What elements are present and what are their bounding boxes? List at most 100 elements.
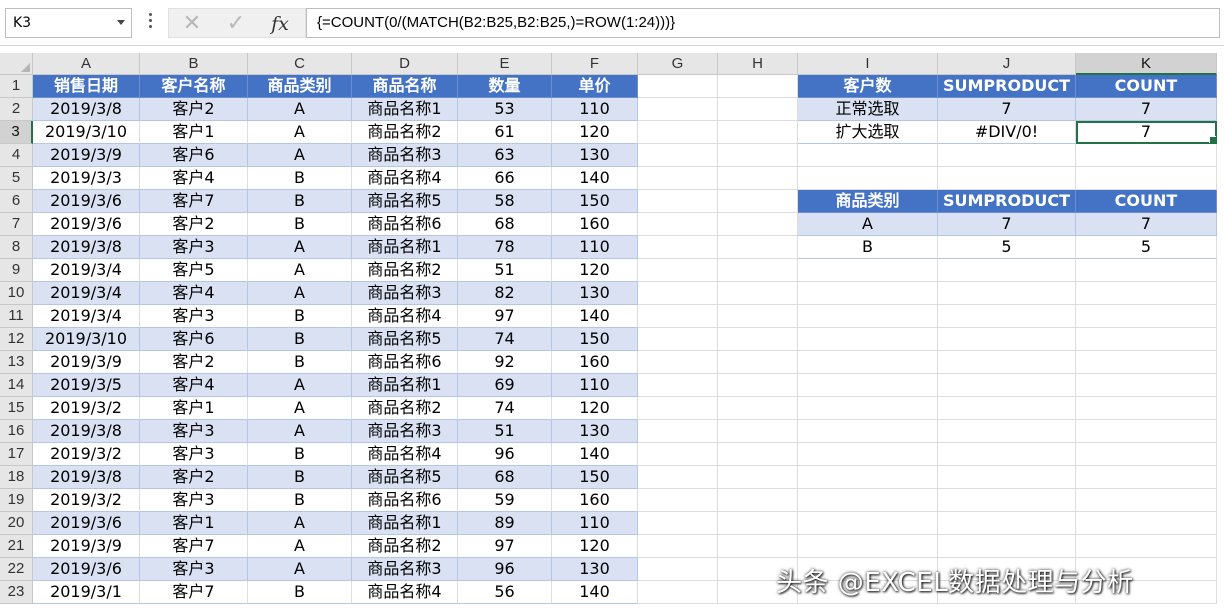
table-cell[interactable]: B xyxy=(248,190,352,213)
table-cell[interactable]: A xyxy=(248,98,352,121)
empty-cell[interactable] xyxy=(718,236,798,259)
empty-cell[interactable] xyxy=(938,167,1076,190)
row-header-22[interactable]: 22 xyxy=(0,558,33,581)
empty-cell[interactable] xyxy=(638,282,718,305)
table-cell[interactable]: 2019/3/6 xyxy=(33,213,140,236)
table-cell[interactable]: A xyxy=(248,259,352,282)
empty-cell[interactable] xyxy=(638,144,718,167)
row-header-9[interactable]: 9 xyxy=(0,259,33,282)
table-cell[interactable]: 2019/3/2 xyxy=(33,489,140,512)
select-all-button[interactable] xyxy=(0,53,33,75)
row-header-2[interactable]: 2 xyxy=(0,98,33,121)
row-header-4[interactable]: 4 xyxy=(0,144,33,167)
row-header-10[interactable]: 10 xyxy=(0,282,33,305)
row-header-18[interactable]: 18 xyxy=(0,466,33,489)
empty-cell[interactable] xyxy=(638,397,718,420)
table-header[interactable]: 销售日期 xyxy=(33,75,140,98)
table-cell[interactable]: A xyxy=(248,420,352,443)
table-cell[interactable]: 140 xyxy=(552,581,638,604)
empty-cell[interactable] xyxy=(718,305,798,328)
table-cell[interactable]: 63 xyxy=(458,144,552,167)
column-header-a[interactable]: A xyxy=(33,53,140,75)
table-cell[interactable]: 110 xyxy=(552,236,638,259)
category-header[interactable]: 商品类别 xyxy=(798,190,938,213)
empty-cell[interactable] xyxy=(718,167,798,190)
table-cell[interactable]: A xyxy=(248,282,352,305)
table-cell[interactable]: 2019/3/4 xyxy=(33,282,140,305)
empty-cell[interactable] xyxy=(638,581,718,604)
summary-cell[interactable]: 7 xyxy=(1076,98,1217,121)
empty-cell[interactable] xyxy=(638,236,718,259)
table-cell[interactable]: 商品名称2 xyxy=(352,259,458,282)
empty-cell[interactable] xyxy=(1076,259,1217,282)
empty-cell[interactable] xyxy=(1076,351,1217,374)
table-cell[interactable]: 2019/3/1 xyxy=(33,581,140,604)
table-cell[interactable]: 2019/3/2 xyxy=(33,443,140,466)
column-header-i[interactable]: I xyxy=(798,53,938,75)
table-cell[interactable]: 89 xyxy=(458,512,552,535)
table-cell[interactable]: 96 xyxy=(458,443,552,466)
table-cell[interactable]: 110 xyxy=(552,512,638,535)
cancel-icon[interactable]: ✕ xyxy=(177,11,207,37)
empty-cell[interactable] xyxy=(718,466,798,489)
category-header[interactable]: SUMPRODUCT xyxy=(938,190,1076,213)
table-cell[interactable]: 130 xyxy=(552,420,638,443)
empty-cell[interactable] xyxy=(938,374,1076,397)
empty-cell[interactable] xyxy=(718,512,798,535)
empty-cell[interactable] xyxy=(1076,489,1217,512)
column-header-j[interactable]: J xyxy=(938,53,1076,75)
table-cell[interactable]: 客户1 xyxy=(140,121,248,144)
empty-cell[interactable] xyxy=(638,167,718,190)
empty-cell[interactable] xyxy=(938,420,1076,443)
summary-header[interactable]: 客户数 xyxy=(798,75,938,98)
table-cell[interactable]: 客户2 xyxy=(140,466,248,489)
table-cell[interactable]: 客户2 xyxy=(140,213,248,236)
table-cell[interactable]: 商品名称2 xyxy=(352,397,458,420)
table-cell[interactable]: B xyxy=(248,351,352,374)
empty-cell[interactable] xyxy=(718,489,798,512)
category-cell[interactable]: B xyxy=(798,236,938,259)
table-cell[interactable]: 2019/3/6 xyxy=(33,512,140,535)
insert-function-icon[interactable]: fx xyxy=(265,11,295,37)
table-cell[interactable]: 130 xyxy=(552,558,638,581)
table-cell[interactable]: 客户6 xyxy=(140,328,248,351)
empty-cell[interactable] xyxy=(718,351,798,374)
empty-cell[interactable] xyxy=(1076,397,1217,420)
table-cell[interactable]: 商品名称4 xyxy=(352,443,458,466)
summary-cell[interactable]: 扩大选取 xyxy=(798,121,938,144)
table-cell[interactable]: 商品名称5 xyxy=(352,190,458,213)
table-cell[interactable]: 56 xyxy=(458,581,552,604)
empty-cell[interactable] xyxy=(938,535,1076,558)
empty-cell[interactable] xyxy=(938,489,1076,512)
row-header-5[interactable]: 5 xyxy=(0,167,33,190)
table-cell[interactable]: 74 xyxy=(458,328,552,351)
table-cell[interactable]: 110 xyxy=(552,374,638,397)
empty-cell[interactable] xyxy=(718,443,798,466)
row-header-16[interactable]: 16 xyxy=(0,420,33,443)
table-cell[interactable]: 2019/3/4 xyxy=(33,259,140,282)
table-cell[interactable]: 2019/3/6 xyxy=(33,190,140,213)
table-cell[interactable]: 2019/3/8 xyxy=(33,236,140,259)
table-cell[interactable]: 客户3 xyxy=(140,420,248,443)
table-cell[interactable]: 74 xyxy=(458,397,552,420)
row-header-13[interactable]: 13 xyxy=(0,351,33,374)
empty-cell[interactable] xyxy=(638,98,718,121)
table-cell[interactable]: 2019/3/9 xyxy=(33,535,140,558)
table-cell[interactable]: 2019/3/4 xyxy=(33,305,140,328)
empty-cell[interactable] xyxy=(798,305,938,328)
category-header[interactable]: COUNT xyxy=(1076,190,1217,213)
empty-cell[interactable] xyxy=(798,420,938,443)
table-cell[interactable]: 2019/3/10 xyxy=(33,121,140,144)
table-cell[interactable]: 120 xyxy=(552,259,638,282)
row-header-15[interactable]: 15 xyxy=(0,397,33,420)
empty-cell[interactable] xyxy=(718,420,798,443)
table-cell[interactable]: 商品名称1 xyxy=(352,236,458,259)
table-cell[interactable]: 客户7 xyxy=(140,535,248,558)
empty-cell[interactable] xyxy=(1076,305,1217,328)
table-cell[interactable]: 68 xyxy=(458,466,552,489)
empty-cell[interactable] xyxy=(718,98,798,121)
more-options-icon[interactable] xyxy=(146,12,154,32)
table-cell[interactable]: 110 xyxy=(552,98,638,121)
empty-cell[interactable] xyxy=(798,328,938,351)
empty-cell[interactable] xyxy=(798,282,938,305)
